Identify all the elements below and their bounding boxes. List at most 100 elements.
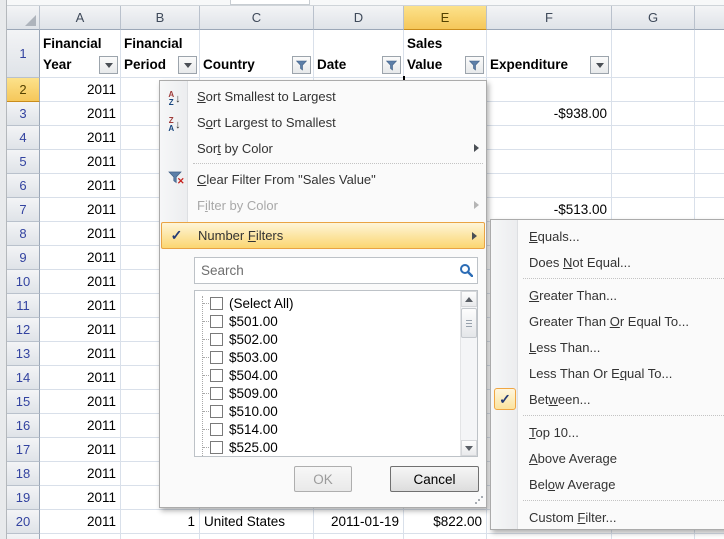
grid-cell[interactable]: 2011 xyxy=(40,78,121,102)
grid-cell[interactable]: 1 xyxy=(121,510,200,534)
list-scrollbar[interactable] xyxy=(460,291,477,456)
grid-cell[interactable] xyxy=(695,126,724,150)
scroll-down-icon[interactable] xyxy=(461,440,477,456)
grid-cell[interactable] xyxy=(695,150,724,174)
grid-cell[interactable] xyxy=(121,534,200,539)
checkbox[interactable] xyxy=(210,369,223,382)
grid-cell[interactable] xyxy=(695,534,724,539)
filter-value-item[interactable]: $503.00 xyxy=(195,348,459,366)
grid-cell[interactable]: 2011 xyxy=(40,222,121,246)
filter-value-item[interactable]: $501.00 xyxy=(195,312,459,330)
header-cell-sales-value[interactable]: Sales Value xyxy=(404,30,487,78)
filter-value-item[interactable]: $514.00 xyxy=(195,420,459,438)
row-header-13[interactable]: 13 xyxy=(7,342,40,366)
submenu-item-top-10[interactable]: Top 10... xyxy=(491,419,724,445)
checkbox[interactable] xyxy=(210,405,223,418)
row-header-4[interactable]: 4 xyxy=(7,126,40,150)
filter-value-item[interactable]: $525.00 xyxy=(195,438,459,456)
header-cell-date[interactable]: Date xyxy=(314,30,404,78)
scrollbar-thumb[interactable] xyxy=(461,308,477,338)
checkbox[interactable] xyxy=(210,297,223,310)
submenu-item-greater-than-or-equal-to[interactable]: Greater Than Or Equal To... xyxy=(491,308,724,334)
row-header-9[interactable]: 9 xyxy=(7,246,40,270)
grid-cell[interactable] xyxy=(487,150,612,174)
grid-cell[interactable] xyxy=(695,78,724,102)
row-header-6[interactable]: 6 xyxy=(7,174,40,198)
grid-cell[interactable]: 2011 xyxy=(40,318,121,342)
header-cell-expenditure[interactable]: Expenditure xyxy=(487,30,612,78)
row-header-1[interactable]: 1 xyxy=(7,30,40,78)
menu-item-clear-filter-from-sales-value[interactable]: ✕Clear Filter From "Sales Value" xyxy=(160,166,486,192)
grid-cell[interactable] xyxy=(487,534,612,539)
grid-cell[interactable]: 2011 xyxy=(40,438,121,462)
grid-cell[interactable]: 2011 xyxy=(40,486,121,510)
row-header-11[interactable]: 11 xyxy=(7,294,40,318)
filter-value-item[interactable]: $504.00 xyxy=(195,366,459,384)
grid-cell[interactable]: United States xyxy=(200,510,314,534)
row-header-17[interactable]: 17 xyxy=(7,438,40,462)
grid-cell[interactable]: 2011 xyxy=(40,462,121,486)
checkbox[interactable] xyxy=(210,423,223,436)
header-cell-empty-g[interactable] xyxy=(612,30,695,78)
funnel-filter-icon[interactable] xyxy=(292,56,311,74)
checkbox[interactable] xyxy=(210,351,223,364)
menu-item-sort-largest-to-smallest[interactable]: ZA↓Sort Largest to Smallest xyxy=(160,109,486,135)
column-header-e[interactable]: E xyxy=(404,6,487,30)
row-header-16[interactable]: 16 xyxy=(7,414,40,438)
search-icon[interactable] xyxy=(459,263,473,280)
submenu-item-greater-than[interactable]: Greater Than... xyxy=(491,282,724,308)
submenu-item-less-than[interactable]: Less Than... xyxy=(491,334,724,360)
grid-cell[interactable]: -$938.00 xyxy=(487,102,612,126)
grid-cell[interactable]: $822.00 xyxy=(404,510,487,534)
checkbox[interactable] xyxy=(210,333,223,346)
dropdown-arrow-icon[interactable] xyxy=(590,56,609,74)
row-header-19[interactable]: 19 xyxy=(7,486,40,510)
grid-cell[interactable]: 2011 xyxy=(40,126,121,150)
grid-cell[interactable] xyxy=(404,534,487,539)
grid-cell[interactable]: 2011 xyxy=(40,102,121,126)
grid-cell[interactable]: 2011-01-19 xyxy=(314,510,404,534)
grid-cell[interactable]: 2011 xyxy=(40,150,121,174)
grid-cell[interactable]: 2011 xyxy=(40,342,121,366)
grid-cell[interactable] xyxy=(612,534,695,539)
select-all-corner[interactable] xyxy=(7,6,40,30)
row-header-3[interactable]: 3 xyxy=(7,102,40,126)
grid-cell[interactable] xyxy=(612,102,695,126)
row-header-18[interactable]: 18 xyxy=(7,462,40,486)
column-header-f[interactable]: F xyxy=(487,6,612,30)
row-header-5[interactable]: 5 xyxy=(7,150,40,174)
header-cell-financial-year[interactable]: Financial Year xyxy=(40,30,121,78)
dropdown-arrow-icon[interactable] xyxy=(99,56,118,74)
grid-cell[interactable] xyxy=(695,102,724,126)
column-header-partial[interactable] xyxy=(695,6,724,30)
column-header-g[interactable]: G xyxy=(612,6,695,30)
grid-cell[interactable] xyxy=(40,534,121,539)
header-cell-empty-h[interactable] xyxy=(695,30,724,78)
grid-cell[interactable] xyxy=(612,174,695,198)
grid-cell[interactable] xyxy=(612,78,695,102)
ok-button[interactable]: OK xyxy=(294,466,352,492)
filter-value-item[interactable]: $510.00 xyxy=(195,402,459,420)
resize-grip[interactable] xyxy=(473,494,483,504)
filter-value-item[interactable]: $502.00 xyxy=(195,330,459,348)
checkbox[interactable] xyxy=(210,315,223,328)
grid-cell[interactable]: 2011 xyxy=(40,294,121,318)
submenu-item-custom-filter[interactable]: Custom Filter... xyxy=(491,504,724,530)
grid-cell[interactable] xyxy=(200,534,314,539)
grid-cell[interactable]: 2011 xyxy=(40,414,121,438)
funnel-filter-icon[interactable] xyxy=(382,56,401,74)
grid-cell[interactable] xyxy=(487,126,612,150)
grid-cell[interactable]: 2011 xyxy=(40,246,121,270)
checkbox[interactable] xyxy=(210,441,223,454)
row-header-7[interactable]: 7 xyxy=(7,198,40,222)
row-header-12[interactable]: 12 xyxy=(7,318,40,342)
submenu-item-does-not-equal[interactable]: Does Not Equal... xyxy=(491,249,724,275)
submenu-item-below-average[interactable]: Below Average xyxy=(491,471,724,497)
menu-item-sort-by-color[interactable]: Sort by Color xyxy=(160,135,486,161)
submenu-item-less-than-or-equal-to[interactable]: Less Than Or Equal To... xyxy=(491,360,724,386)
row-header-10[interactable]: 10 xyxy=(7,270,40,294)
grid-cell[interactable]: 2011 xyxy=(40,390,121,414)
column-header-d[interactable]: D xyxy=(314,6,404,30)
checkbox[interactable] xyxy=(210,387,223,400)
row-header-15[interactable]: 15 xyxy=(7,390,40,414)
